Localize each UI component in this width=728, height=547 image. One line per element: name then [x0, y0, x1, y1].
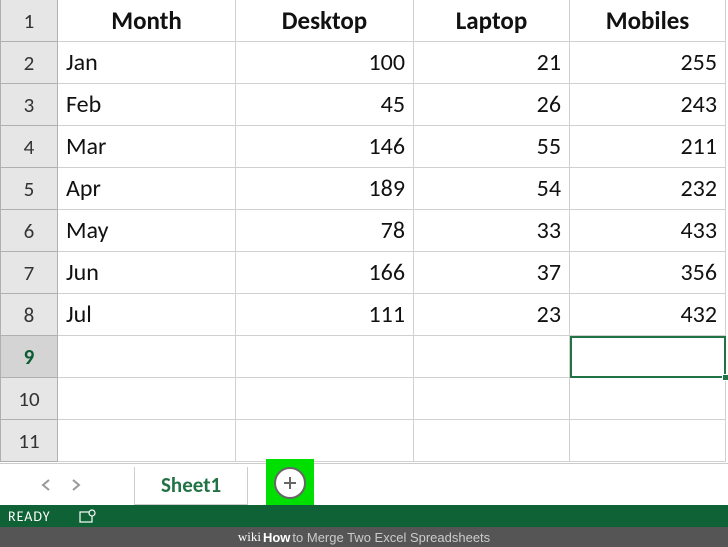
cell[interactable]: 111 [236, 294, 414, 336]
cell[interactable]: 100 [236, 42, 414, 84]
cell[interactable]: May [58, 210, 236, 252]
row-header-selected[interactable]: 9 [0, 336, 58, 378]
cell[interactable]: Feb [58, 84, 236, 126]
cell[interactable]: 211 [570, 126, 726, 168]
sheet-nav-next[interactable] [64, 473, 88, 497]
sheet-tab-strip: Sheet1 [0, 463, 728, 505]
watermark-prefix: wiki [238, 529, 261, 545]
status-text: READY [8, 508, 51, 525]
row-header[interactable]: 7 [0, 252, 58, 294]
fill-handle[interactable] [722, 374, 728, 381]
cell[interactable]: 78 [236, 210, 414, 252]
cell[interactable] [236, 420, 414, 462]
cell[interactable]: Jul [58, 294, 236, 336]
macro-record-icon[interactable] [79, 509, 97, 523]
cell[interactable]: 433 [570, 210, 726, 252]
cell[interactable] [570, 378, 726, 420]
watermark-suffix: to Merge Two Excel Spreadsheets [292, 530, 490, 545]
cell[interactable] [414, 420, 570, 462]
cell[interactable] [570, 336, 726, 378]
watermark-mid: How [263, 530, 290, 545]
cell[interactable] [58, 336, 236, 378]
row-header[interactable]: 11 [0, 420, 58, 462]
cell[interactable]: Jun [58, 252, 236, 294]
col-header-desktop[interactable]: Desktop [236, 0, 414, 42]
row-header[interactable]: 1 [0, 0, 58, 42]
col-header-mobiles[interactable]: Mobiles [570, 0, 726, 42]
cell[interactable]: 356 [570, 252, 726, 294]
cell[interactable]: 146 [236, 126, 414, 168]
cell[interactable]: 255 [570, 42, 726, 84]
cell[interactable]: 243 [570, 84, 726, 126]
cell[interactable]: Jan [58, 42, 236, 84]
cell[interactable] [414, 378, 570, 420]
sheet-tab-active[interactable]: Sheet1 [134, 467, 248, 505]
cell[interactable]: 21 [414, 42, 570, 84]
cell[interactable]: Mar [58, 126, 236, 168]
row-header[interactable]: 6 [0, 210, 58, 252]
row-header[interactable]: 4 [0, 126, 58, 168]
spreadsheet-grid[interactable]: 1 Month Desktop Laptop Mobiles 2 Jan 100… [0, 0, 728, 462]
cell[interactable]: 432 [570, 294, 726, 336]
cell[interactable] [58, 420, 236, 462]
cell[interactable]: 232 [570, 168, 726, 210]
row-header[interactable]: 2 [0, 42, 58, 84]
row-header[interactable]: 8 [0, 294, 58, 336]
cell[interactable]: 23 [414, 294, 570, 336]
cell[interactable]: 33 [414, 210, 570, 252]
status-bar: READY [0, 505, 728, 527]
cell[interactable]: 166 [236, 252, 414, 294]
cell[interactable]: 37 [414, 252, 570, 294]
cell[interactable]: 55 [414, 126, 570, 168]
row-header[interactable]: 5 [0, 168, 58, 210]
cell[interactable] [414, 336, 570, 378]
row-header[interactable]: 3 [0, 84, 58, 126]
cell[interactable] [58, 378, 236, 420]
cell[interactable]: 54 [414, 168, 570, 210]
cell[interactable]: 189 [236, 168, 414, 210]
sheet-nav-prev[interactable] [34, 473, 58, 497]
cell[interactable]: 26 [414, 84, 570, 126]
cell[interactable] [236, 336, 414, 378]
col-header-month[interactable]: Month [58, 0, 236, 42]
add-sheet-highlight [266, 459, 314, 507]
cell[interactable] [570, 420, 726, 462]
row-header[interactable]: 10 [0, 378, 58, 420]
cell[interactable] [236, 378, 414, 420]
watermark: wikiHow to Merge Two Excel Spreadsheets [0, 527, 728, 547]
col-header-laptop[interactable]: Laptop [414, 0, 570, 42]
add-sheet-button[interactable] [274, 467, 306, 499]
cell[interactable]: 45 [236, 84, 414, 126]
cell[interactable]: Apr [58, 168, 236, 210]
